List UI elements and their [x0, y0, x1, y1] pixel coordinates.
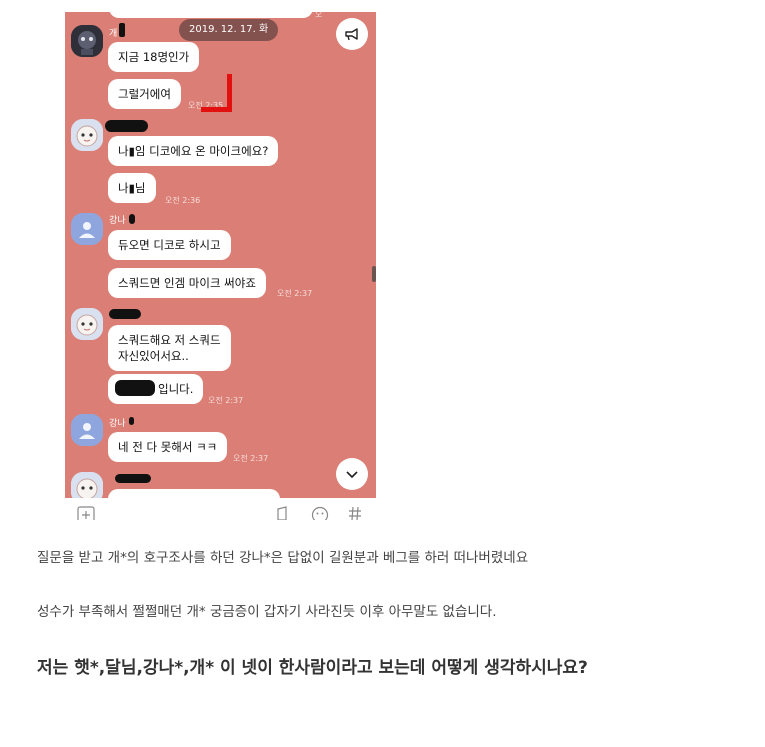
- avatar[interactable]: [71, 308, 103, 340]
- post-paragraph: 성수가 부족해서 쩔쩔매던 개* 궁금증이 갑자기 사라진듯 이후 아무말도 없…: [37, 604, 497, 620]
- sender-name: 개: [109, 29, 118, 39]
- message-time: 오전 2:37: [233, 454, 269, 463]
- redaction: [129, 214, 135, 224]
- post-question: 저는 햇*,달님,강나*,개* 이 넷이 한사람이라고 보는데 어떻게 생각하시…: [37, 658, 588, 678]
- message-time: 오전 2:37: [208, 396, 244, 405]
- avatar-icon: [71, 119, 103, 151]
- message-bubble: [108, 489, 280, 498]
- message-text: 입니다.: [158, 382, 194, 396]
- hash-icon[interactable]: [348, 506, 362, 520]
- emoji-icon[interactable]: [311, 506, 329, 520]
- avatar-icon: [71, 25, 103, 57]
- redaction: [105, 120, 148, 132]
- sender-name: 강나: [109, 216, 126, 226]
- person-icon: [71, 213, 103, 245]
- message-bubble: 스쿼드면 인겜 마이크 써야죠: [108, 268, 266, 298]
- add-icon[interactable]: [77, 506, 95, 520]
- chat-screenshot: 오 2019. 12. 17. 화 개 지금 18명인가 그럴거에여 오전 2:…: [65, 12, 376, 498]
- avatar[interactable]: [71, 25, 103, 57]
- redaction: [115, 380, 155, 396]
- message-bubble: 지금 18명인가: [108, 42, 200, 72]
- announcement-icon: [345, 28, 358, 41]
- message-line: 스쿼드해요 저 스쿼드: [118, 333, 221, 347]
- avatar[interactable]: [71, 119, 103, 151]
- message-time: 오전 2:36: [165, 196, 201, 205]
- date-pill: 2019. 12. 17. 화: [179, 19, 279, 41]
- avatar-icon: [71, 472, 103, 498]
- announcement-button[interactable]: [336, 18, 368, 50]
- scroll-down-button[interactable]: [336, 458, 368, 490]
- message-bubble: 네 전 다 못해서 ㅋㅋ: [108, 432, 228, 462]
- avatar-icon: [71, 308, 103, 340]
- message-line: 자신있어서요..: [118, 349, 189, 363]
- person-icon: [71, 414, 103, 446]
- scroll-indicator[interactable]: [372, 266, 376, 282]
- message-bubble: 그럴거에여: [108, 79, 181, 109]
- red-mark: [201, 107, 231, 112]
- cropped-time-top: 오: [315, 12, 323, 19]
- redaction: [119, 23, 125, 37]
- message-bubble: 나▮님: [108, 173, 156, 203]
- avatar[interactable]: [71, 213, 103, 245]
- redaction: [109, 309, 141, 319]
- message-bubble: 스쿼드해요 저 스쿼드 자신있어서요..: [108, 325, 231, 371]
- message-bubble: 듀오면 디코로 하시고: [108, 230, 231, 260]
- message-bubble: 나▮임 디코에요 온 마이크에요?: [108, 136, 279, 166]
- chevron-down-icon: [346, 471, 358, 479]
- clipboard-icon[interactable]: [275, 506, 291, 520]
- redaction: [115, 474, 151, 483]
- redaction: [129, 417, 134, 425]
- post-paragraph: 질문을 받고 개*의 호구조사를 하던 강나*은 답없이 길원분과 베그를 하러…: [37, 550, 529, 566]
- cropped-bubble-top: [109, 12, 313, 18]
- message-time: 오전 2:37: [277, 289, 313, 298]
- avatar[interactable]: [71, 414, 103, 446]
- chat-input-toolbar: [65, 498, 376, 524]
- sender-name: 강나: [109, 419, 126, 429]
- avatar[interactable]: [71, 472, 103, 498]
